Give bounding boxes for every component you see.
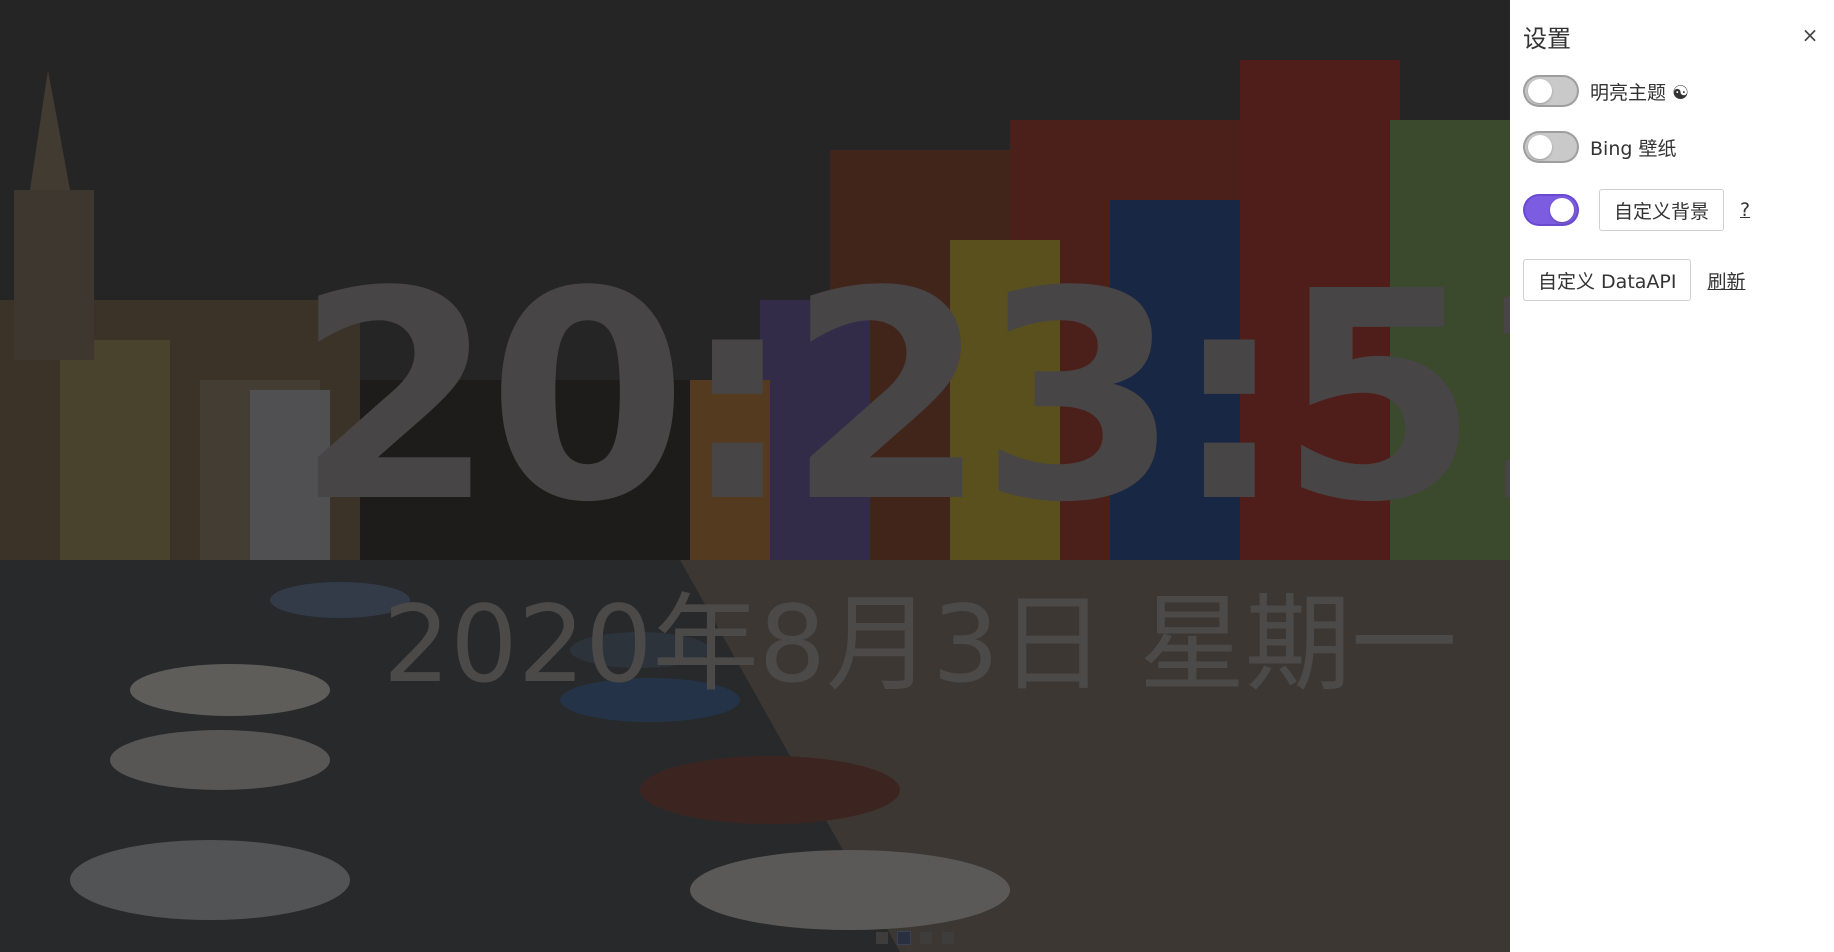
- slide-dot-4[interactable]: [942, 932, 954, 944]
- custom-background-row: 自定义背景 ?: [1523, 189, 1750, 231]
- close-icon[interactable]: ×: [1795, 20, 1825, 50]
- refresh-link[interactable]: 刷新: [1707, 267, 1745, 294]
- slide-dot-2-active[interactable]: [897, 931, 911, 945]
- custom-background-toggle[interactable]: [1523, 194, 1579, 226]
- light-theme-toggle[interactable]: [1523, 75, 1579, 107]
- bing-wallpaper-row: Bing 壁纸: [1523, 131, 1676, 163]
- custom-data-api-button[interactable]: 自定义 DataAPI: [1523, 259, 1692, 301]
- slide-dot-1[interactable]: [876, 932, 888, 944]
- slide-indicator: [876, 931, 954, 945]
- data-api-row: 自定义 DataAPI 刷新: [1523, 259, 1745, 301]
- bing-wallpaper-label: Bing 壁纸: [1590, 137, 1677, 160]
- light-theme-row: 明亮主题 ☯: [1523, 75, 1689, 107]
- help-link[interactable]: ?: [1740, 199, 1750, 221]
- toggle-knob: [1550, 198, 1574, 222]
- custom-background-button[interactable]: 自定义背景: [1599, 189, 1725, 231]
- toggle-knob: [1528, 79, 1552, 103]
- wallpaper-background: 20:23:51 2020年8月3日 星期一: [0, 0, 1510, 952]
- clock-date: 2020年8月3日 星期一: [382, 583, 1458, 706]
- clock-time: 20:23:51: [295, 230, 1510, 565]
- bing-wallpaper-toggle[interactable]: [1523, 131, 1579, 163]
- settings-title: 设置: [1523, 25, 1571, 53]
- toggle-knob: [1528, 135, 1552, 159]
- settings-drawer: 设置 × 明亮主题 ☯ Bing 壁纸 自定义背景 ? 自定义 DataAPI …: [1510, 0, 1834, 952]
- light-theme-label: 明亮主题 ☯: [1590, 81, 1690, 104]
- slide-dot-3[interactable]: [920, 932, 932, 944]
- app-window: 20:23:51 2020年8月3日 星期一 设置 × 明亮主题 ☯ Bing …: [0, 0, 1834, 952]
